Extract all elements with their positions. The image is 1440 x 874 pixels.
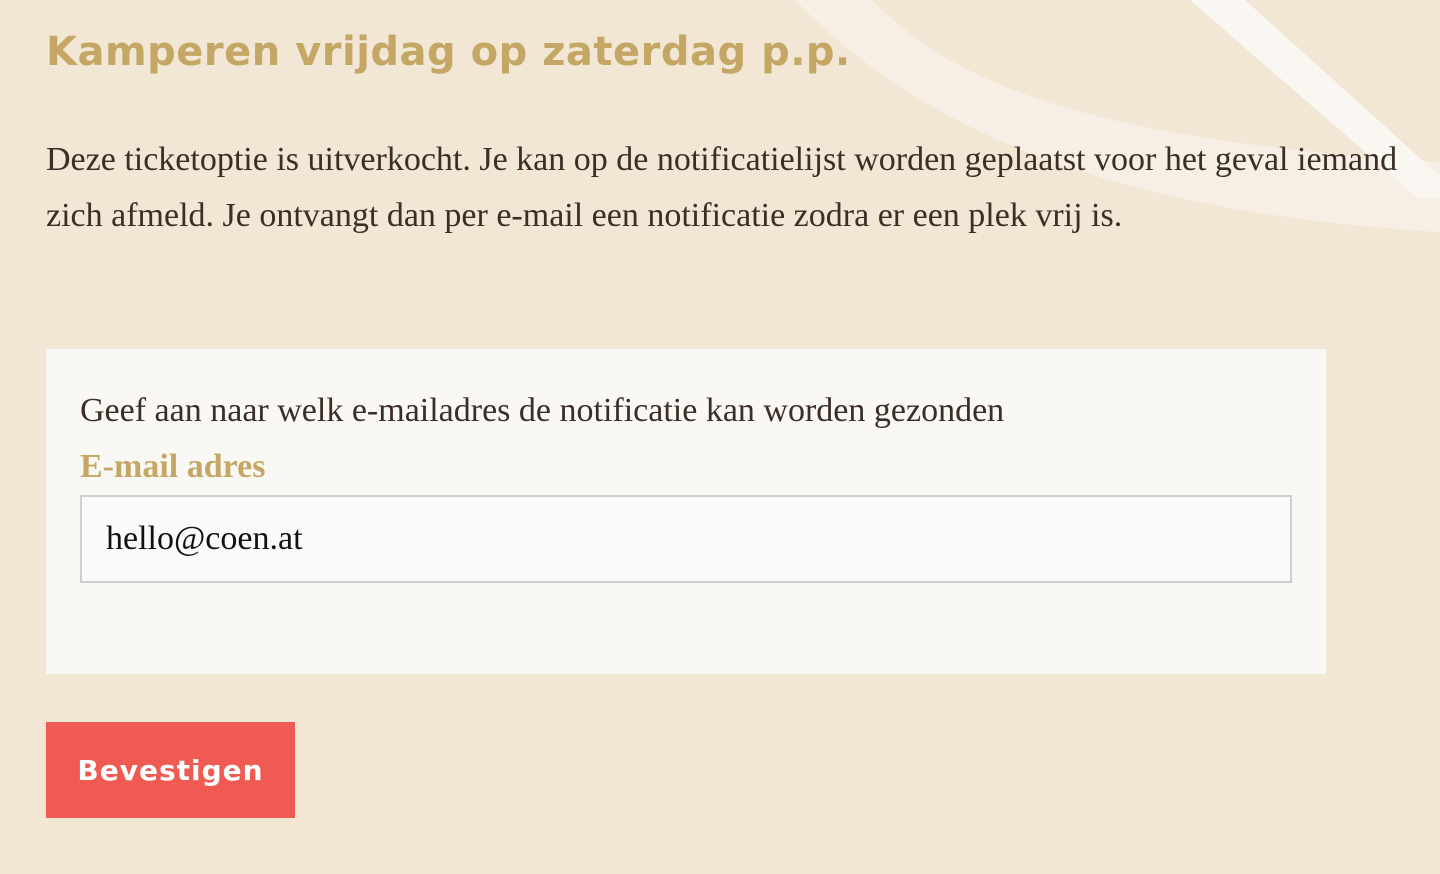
form-instruction: Geef aan naar welk e-mailadres de notifi… bbox=[80, 392, 1005, 429]
confirm-button[interactable]: Bevestigen bbox=[46, 722, 295, 818]
sold-out-notice: Deze ticketoptie is uitverkocht. Je kan … bbox=[46, 141, 1398, 234]
email-input[interactable] bbox=[80, 495, 1292, 583]
notification-form-card: Geef aan naar welk e-mailadres de notifi… bbox=[46, 349, 1326, 674]
email-label: E-mail adres bbox=[80, 448, 266, 485]
page-title: Kamperen vrijdag op zaterdag p.p. bbox=[46, 29, 851, 75]
